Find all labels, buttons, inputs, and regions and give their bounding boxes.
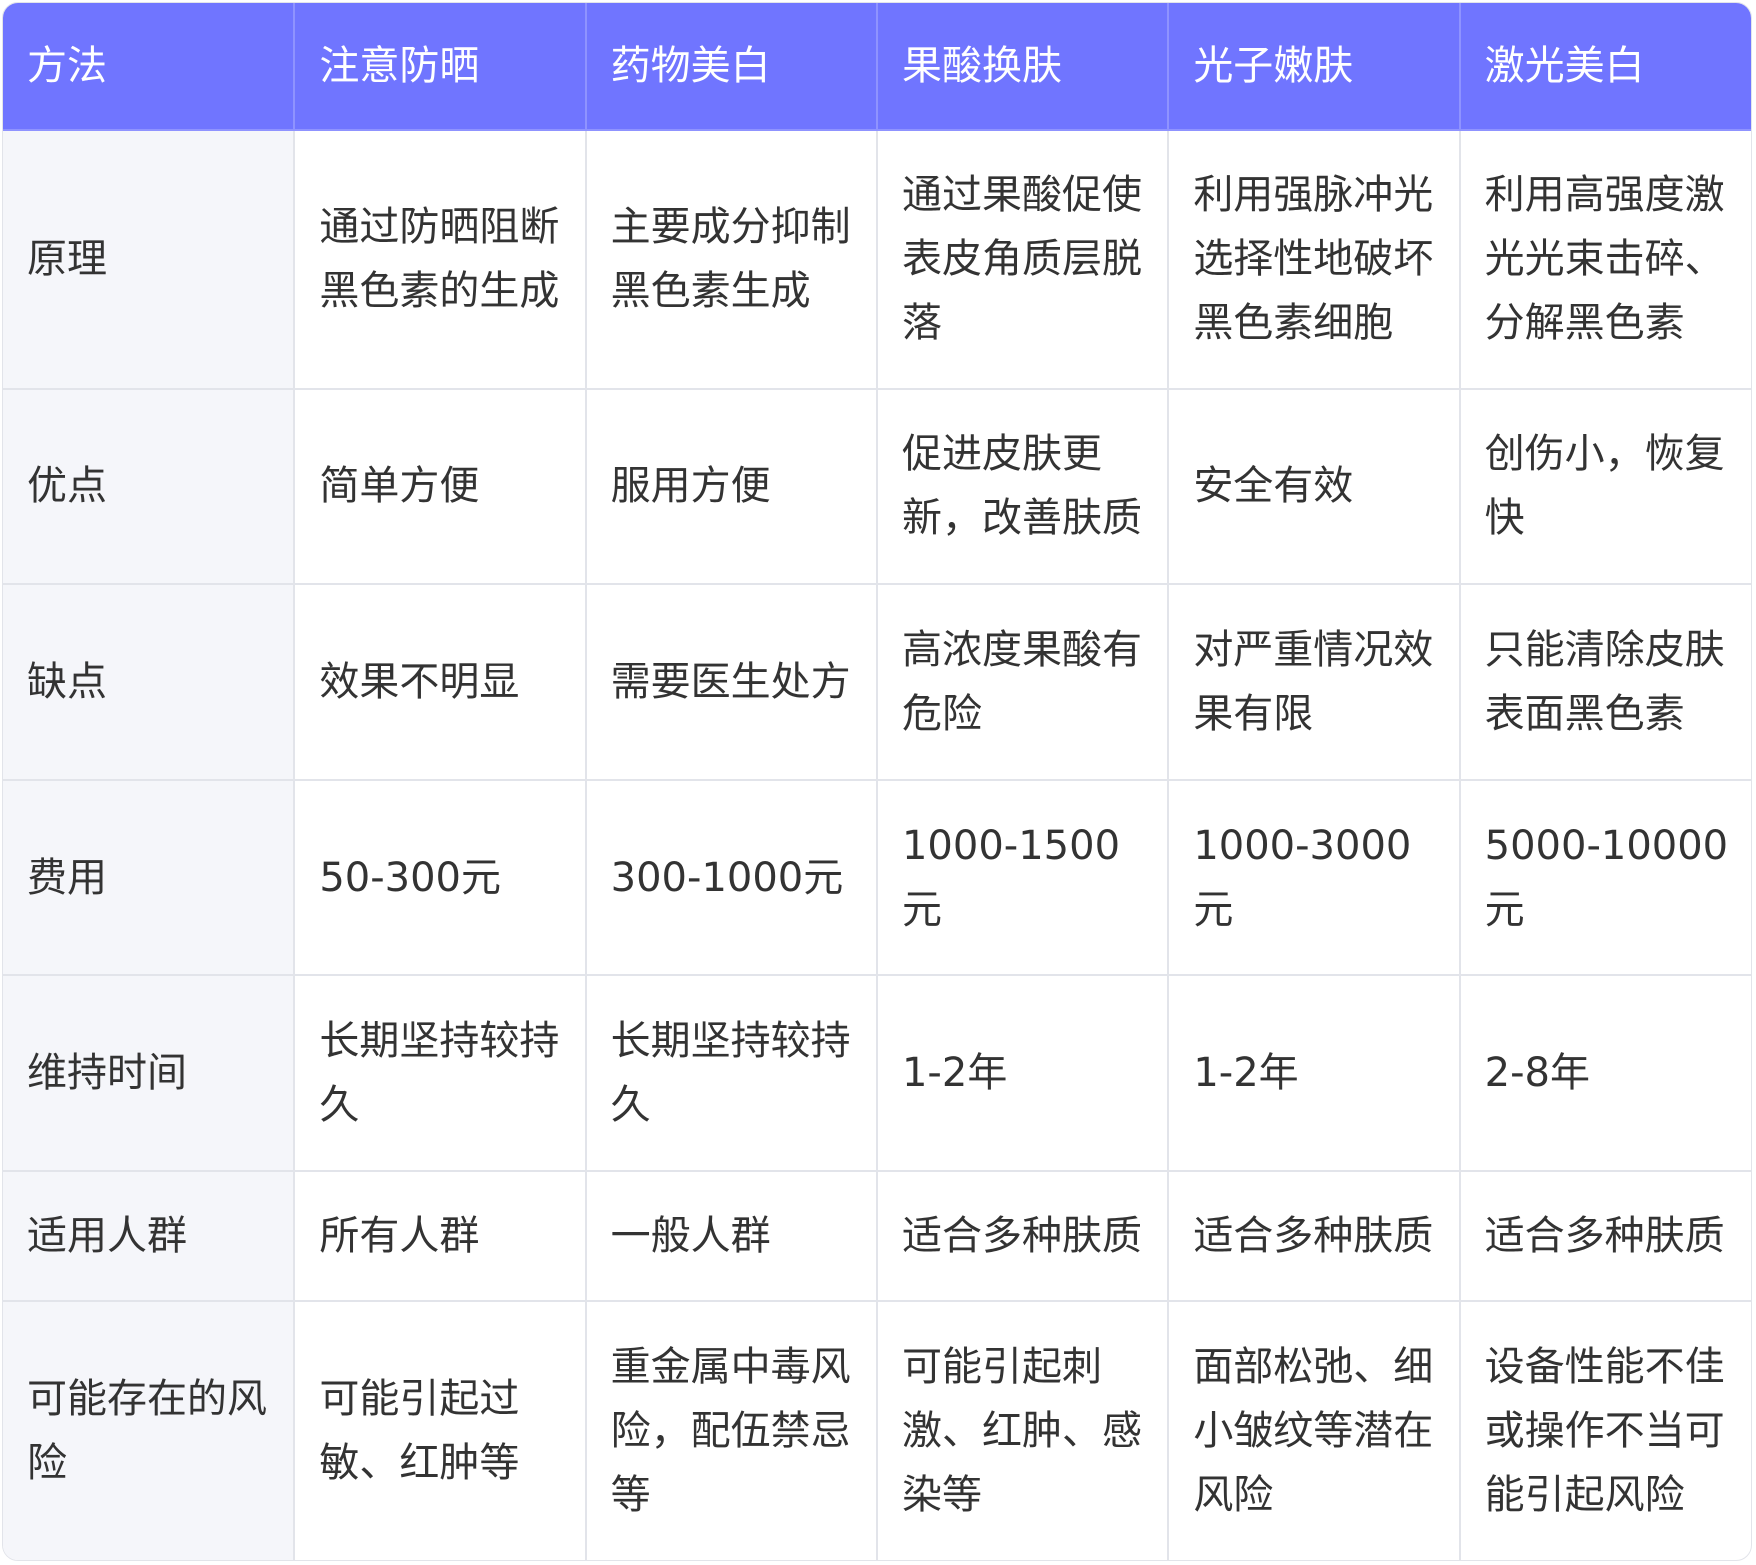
table-cell: 只能清除皮肤表面黑色素 xyxy=(1458,583,1751,781)
header-row: 方法 注意防晒 药物美白 果酸换肤 光子嫩肤 激光美白 xyxy=(3,3,1751,131)
table-cell: 简单方便 xyxy=(293,387,587,586)
table-cell: 利用高强度激光光束击碎、分解黑色素 xyxy=(1458,129,1751,390)
table-cell: 适合多种肤质 xyxy=(1167,1169,1461,1303)
table-cell: 一般人群 xyxy=(584,1169,878,1303)
table-cell: 1000-1500元 xyxy=(875,778,1170,977)
table-row: 可能存在的风险 可能引起过敏、红肿等 重金属中毒风险，配伍禁忌等 可能引起刺激、… xyxy=(3,1300,1751,1560)
table-cell: 利用强脉冲光选择性地破坏黑色素细胞 xyxy=(1167,129,1461,390)
comparison-table-container: 方法 注意防晒 药物美白 果酸换肤 光子嫩肤 激光美白 原理 通过防晒阻断黑色素… xyxy=(2,2,1752,1561)
whitening-methods-comparison-table: 方法 注意防晒 药物美白 果酸换肤 光子嫩肤 激光美白 原理 通过防晒阻断黑色素… xyxy=(3,3,1751,1560)
header-cell-photorejuvenation: 光子嫩肤 xyxy=(1167,3,1461,131)
table-cell: 50-300元 xyxy=(293,778,587,977)
table-cell: 促进皮肤更新，改善肤质 xyxy=(875,387,1170,586)
table-cell: 长期坚持较持久 xyxy=(584,974,878,1172)
table-row: 原理 通过防晒阻断黑色素的生成 主要成分抑制黑色素生成 通过果酸促使表皮角质层脱… xyxy=(3,129,1751,390)
table-cell: 1-2年 xyxy=(1167,974,1461,1172)
table-cell: 5000-10000元 xyxy=(1458,778,1751,977)
table-cell: 所有人群 xyxy=(293,1169,587,1303)
table-cell: 2-8年 xyxy=(1458,974,1751,1172)
table-row: 适用人群 所有人群 一般人群 适合多种肤质 适合多种肤质 适合多种肤质 xyxy=(3,1169,1751,1303)
table-cell: 重金属中毒风险，配伍禁忌等 xyxy=(584,1300,878,1560)
row-label-cell: 维持时间 xyxy=(3,974,296,1172)
table-body: 原理 通过防晒阻断黑色素的生成 主要成分抑制黑色素生成 通过果酸促使表皮角质层脱… xyxy=(3,129,1751,1560)
header-cell-drug-whitening: 药物美白 xyxy=(584,3,878,131)
table-cell: 可能引起过敏、红肿等 xyxy=(293,1300,587,1560)
row-label-cell: 适用人群 xyxy=(3,1169,296,1303)
table-cell: 300-1000元 xyxy=(584,778,878,977)
table-cell: 创伤小，恢复快 xyxy=(1458,387,1751,586)
table-cell: 通过防晒阻断黑色素的生成 xyxy=(293,129,587,390)
row-label-cell: 优点 xyxy=(3,387,296,586)
table-cell: 适合多种肤质 xyxy=(875,1169,1170,1303)
table-row: 费用 50-300元 300-1000元 1000-1500元 1000-300… xyxy=(3,778,1751,977)
row-label-cell: 费用 xyxy=(3,778,296,977)
table-row: 维持时间 长期坚持较持久 长期坚持较持久 1-2年 1-2年 2-8年 xyxy=(3,974,1751,1172)
table-cell: 设备性能不佳或操作不当可能引起风险 xyxy=(1458,1300,1751,1560)
table-cell: 效果不明显 xyxy=(293,583,587,781)
table-cell: 主要成分抑制黑色素生成 xyxy=(584,129,878,390)
table-cell: 需要医生处方 xyxy=(584,583,878,781)
row-label-cell: 可能存在的风险 xyxy=(3,1300,296,1560)
row-label-cell: 缺点 xyxy=(3,583,296,781)
header-cell-sun-protection: 注意防晒 xyxy=(293,3,587,131)
table-cell: 1-2年 xyxy=(875,974,1170,1172)
header-cell-laser-whitening: 激光美白 xyxy=(1458,3,1751,131)
table-cell: 通过果酸促使表皮角质层脱落 xyxy=(875,129,1170,390)
table-cell: 安全有效 xyxy=(1167,387,1461,586)
table-header: 方法 注意防晒 药物美白 果酸换肤 光子嫩肤 激光美白 xyxy=(3,3,1751,131)
table-row: 缺点 效果不明显 需要医生处方 高浓度果酸有危险 对严重情况效果有限 只能清除皮… xyxy=(3,583,1751,781)
table-cell: 适合多种肤质 xyxy=(1458,1169,1751,1303)
table-cell: 服用方便 xyxy=(584,387,878,586)
table-cell: 长期坚持较持久 xyxy=(293,974,587,1172)
header-cell-fruit-acid-peel: 果酸换肤 xyxy=(875,3,1170,131)
table-cell: 对严重情况效果有限 xyxy=(1167,583,1461,781)
header-cell-method: 方法 xyxy=(3,3,296,131)
table-cell: 1000-3000元 xyxy=(1167,778,1461,977)
table-cell: 面部松弛、细小皱纹等潜在风险 xyxy=(1167,1300,1461,1560)
table-cell: 高浓度果酸有危险 xyxy=(875,583,1170,781)
table-cell: 可能引起刺激、红肿、感染等 xyxy=(875,1300,1170,1560)
row-label-cell: 原理 xyxy=(3,129,296,390)
table-row: 优点 简单方便 服用方便 促进皮肤更新，改善肤质 安全有效 创伤小，恢复快 xyxy=(3,387,1751,586)
